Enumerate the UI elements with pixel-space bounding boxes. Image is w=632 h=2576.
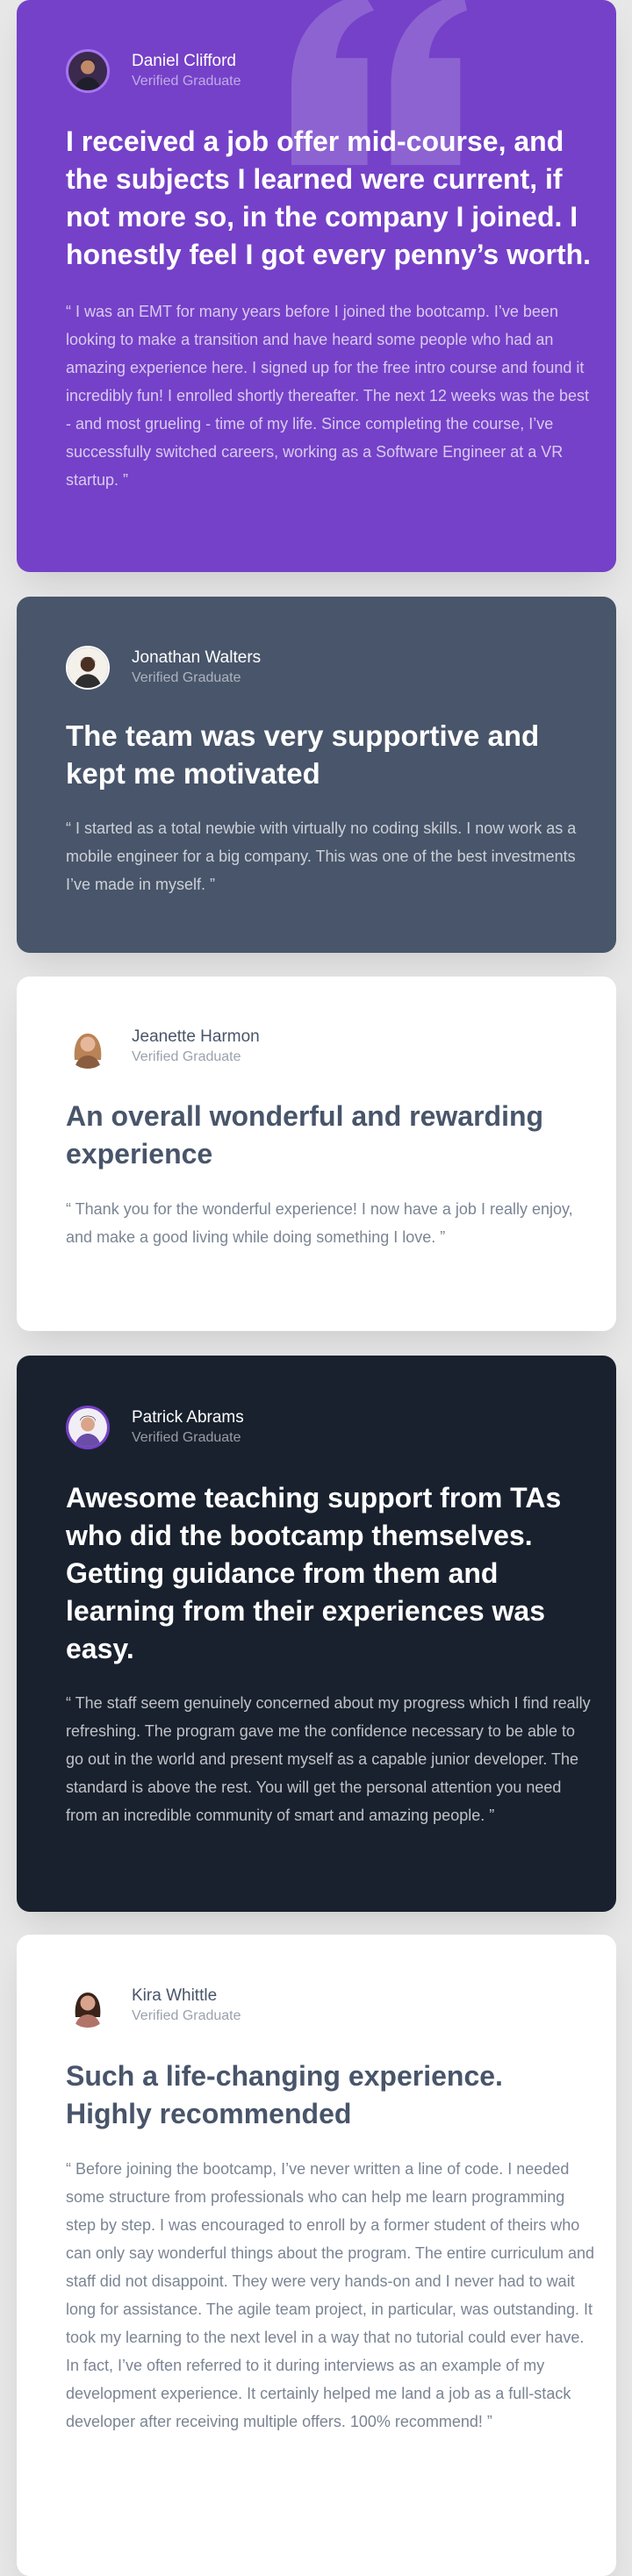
- author-status: Verified Graduate: [132, 1430, 241, 1445]
- author-name: Patrick Abrams: [132, 1408, 244, 1427]
- testimonial-headline: Awesome teaching support from TAs who di…: [66, 1482, 562, 1664]
- testimonial-body: “ Before joining the bootcamp, I’ve neve…: [66, 2160, 594, 2430]
- avatar: [66, 1025, 110, 1069]
- avatar: [66, 1406, 110, 1449]
- testimonial-card-jeanette: Jeanette Harmon Verified Graduate An ove…: [17, 977, 616, 1331]
- author-status: Verified Graduate: [132, 74, 241, 89]
- testimonial-body: “ I was an EMT for many years before I j…: [66, 303, 589, 489]
- testimonial-headline: An overall wonderful and rewarding exper…: [66, 1100, 544, 1170]
- author-status: Verified Graduate: [132, 670, 241, 685]
- avatar: [66, 49, 110, 93]
- author-status: Verified Graduate: [132, 1049, 241, 1064]
- author-name: Daniel Clifford: [132, 52, 236, 70]
- testimonial-card-jonathan: Jonathan Walters Verified Graduate The t…: [17, 597, 616, 953]
- author-name: Jeanette Harmon: [132, 1027, 260, 1046]
- testimonial-card-daniel: Daniel Clifford Verified Graduate I rece…: [17, 0, 616, 572]
- testimonial-body: “ The staff seem genuinely concerned abo…: [66, 1694, 591, 1824]
- testimonial-header: Jonathan Walters Verified Graduate: [66, 646, 261, 690]
- author-name: Jonathan Walters: [132, 648, 262, 667]
- testimonial-header: Kira Whittle Verified Graduate: [66, 1984, 241, 2028]
- testimonial-card-patrick: Patrick Abrams Verified Graduate Awesome…: [17, 1356, 616, 1912]
- testimonial-header: Daniel Clifford Verified Graduate: [66, 49, 241, 93]
- testimonial-headline: Such a life-changing experience. Highly …: [66, 2060, 503, 2129]
- testimonial-body: “ I started as a total newbie with virtu…: [66, 819, 577, 893]
- author-name: Kira Whittle: [132, 1986, 218, 2005]
- avatar: [66, 1984, 110, 2028]
- avatar: [66, 646, 110, 690]
- testimonial-header: Jeanette Harmon Verified Graduate: [66, 1025, 260, 1069]
- testimonial-card-kira: Kira Whittle Verified Graduate Such a li…: [17, 1935, 616, 2576]
- testimonial-headline: I received a job offer mid-course, and t…: [66, 125, 592, 270]
- testimonial-body: “ Thank you for the wonderful experience…: [66, 1200, 573, 1246]
- testimonial-headline: The team was very supportive and kept me…: [66, 719, 540, 790]
- author-status: Verified Graduate: [132, 2008, 241, 2023]
- testimonial-header: Patrick Abrams Verified Graduate: [66, 1406, 244, 1449]
